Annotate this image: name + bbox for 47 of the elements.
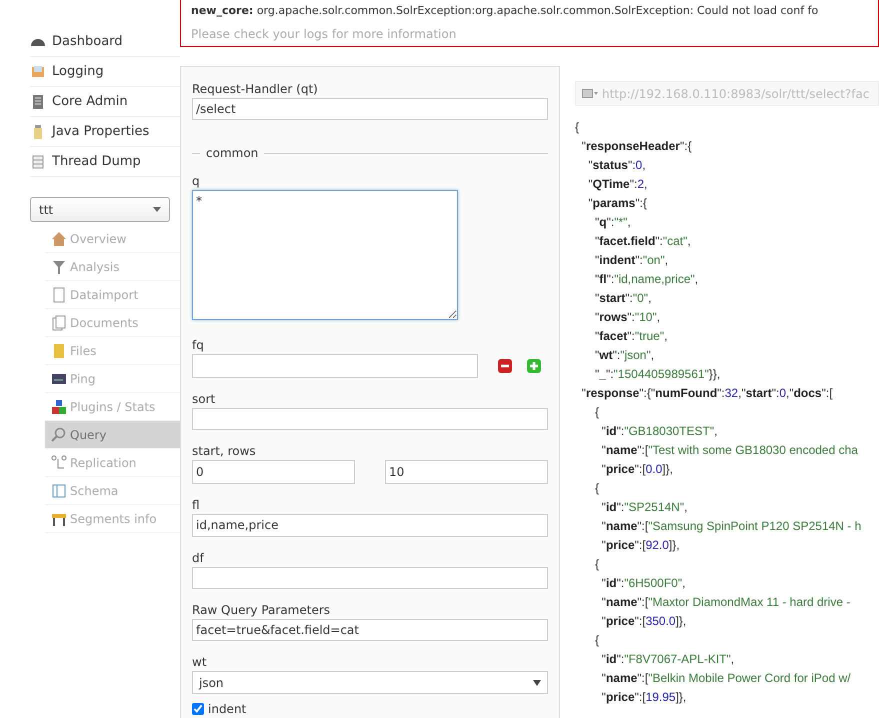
- field-label: df: [192, 550, 204, 566]
- error-hint: Please check your logs for more information: [191, 26, 458, 44]
- caret-icon: [153, 207, 161, 212]
- server-icon: [30, 94, 46, 110]
- field-label: start, rows: [192, 443, 256, 460]
- input-field[interactable]: id,name,price: [192, 514, 548, 537]
- input-field[interactable]: /select: [192, 98, 548, 120]
- nav-item[interactable]: Core Admin: [30, 87, 180, 117]
- input-field[interactable]: 0: [192, 460, 355, 484]
- field-label: sort: [192, 390, 216, 407]
- json-response: { "responseHeader":{ "status":0, "QTime":2, "params":{ "q":"*", "facet.field":"cat", "indent":"on", "fl":"id,name,price", "start":"0", "rows":"10", "facet":"true", "wt":"json", "_":"1504405989561"}}, "response":{"numFound":32,"start":0,"docs":[ { "id":"GB18030TEST", "name":["Test with some GB18030 encoded cha "price":[0.0]}, { "id":"SP2514N", "name":["Samsung SpinPoint P120 SP2514N - h "price":[92.0]}, { "id":"6H500F0", "name":["Maxtor DiamondMax 11 - hard drive - "price":[350.0]}, { "id":"F8V7067-APL-KIT", "name":["Belkin Mobile Power Cord for iPod w/ "price":[19.95]},: [575, 119, 862, 706]
- field-label: wt: [192, 654, 207, 670]
- input-field[interactable]: [192, 408, 548, 430]
- field-label: fl: [192, 497, 200, 514]
- field-label: fq: [192, 336, 204, 353]
- link-icon: [582, 89, 598, 98]
- remove-icon[interactable]: [498, 358, 512, 373]
- funnel-icon: [51, 258, 67, 274]
- stack-icon: [30, 154, 46, 170]
- nodes-icon: [51, 454, 67, 470]
- document-icon: [51, 286, 67, 302]
- field-label: q: [192, 172, 200, 189]
- add-icon[interactable]: [527, 358, 541, 373]
- nav-item[interactable]: Thread Dump: [30, 147, 180, 177]
- input-field[interactable]: [192, 566, 548, 590]
- checkbox[interactable]: [192, 702, 204, 715]
- nav-item[interactable]: Logging: [30, 57, 180, 87]
- log-icon: [30, 64, 46, 80]
- field-label: Request-Handler (qt): [192, 81, 318, 97]
- book-icon: [51, 482, 67, 498]
- field-label: Raw Query Parameters: [192, 602, 330, 618]
- core-selector[interactable]: ttt: [30, 197, 170, 222]
- input-field[interactable]: 10: [385, 460, 548, 484]
- folder-icon: [51, 342, 67, 358]
- error-message: new_core: org.apache.solr.common.SolrException:org.apache.solr.common.SolrException: Could not load conf fo: [191, 2, 820, 19]
- magnifier-icon: [51, 426, 67, 442]
- text-area[interactable]: *: [192, 190, 458, 320]
- input-field[interactable]: [192, 354, 478, 378]
- house-icon: [51, 230, 67, 246]
- caret-icon: [533, 680, 541, 686]
- section-legend: common: [206, 144, 258, 162]
- input-field[interactable]: facet=true&facet.field=cat: [192, 619, 548, 642]
- dropdown[interactable]: json: [192, 671, 548, 694]
- documents-icon: [51, 314, 67, 330]
- checkbox-label: indent: [208, 700, 246, 718]
- blocks-icon: [51, 398, 67, 414]
- nav-item[interactable]: Dashboard: [30, 27, 180, 57]
